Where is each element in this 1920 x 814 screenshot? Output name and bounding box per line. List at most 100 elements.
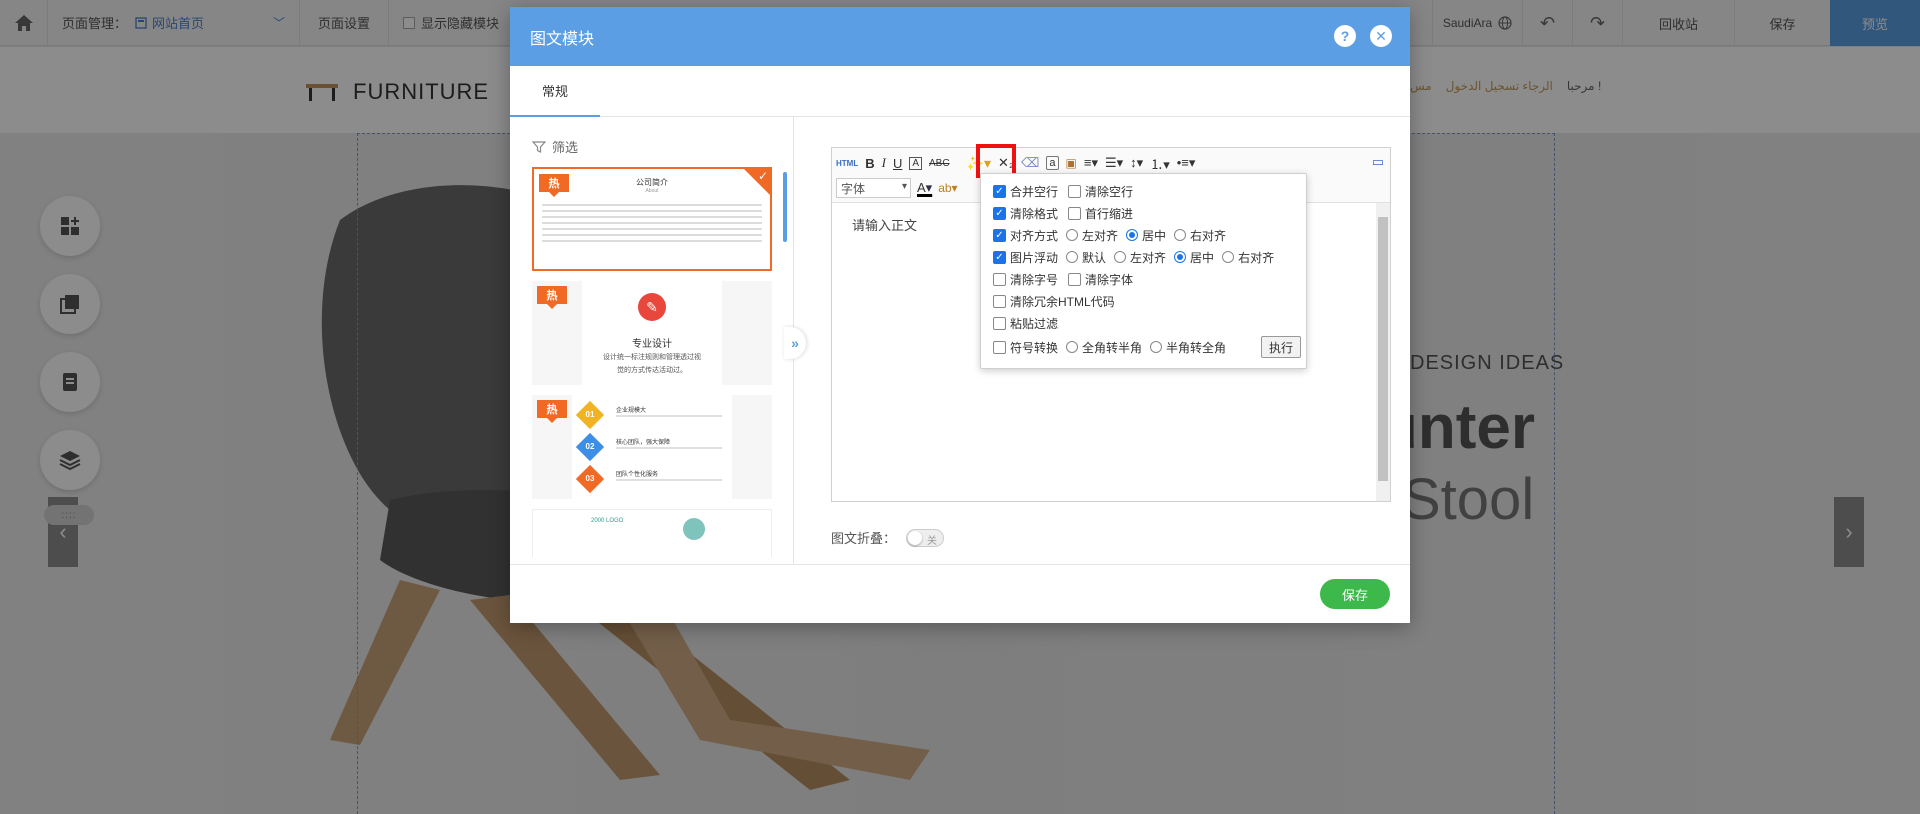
- float-default-radio[interactable]: [1066, 251, 1079, 263]
- hot-badge: 热: [539, 174, 569, 197]
- align-right-radio[interactable]: [1174, 229, 1187, 241]
- line-height-dropdown-icon[interactable]: ↕▾: [1130, 155, 1143, 171]
- template-logo-label: 2000 LOGO: [591, 518, 624, 524]
- clear-redundant-html-checkbox[interactable]: [993, 294, 1006, 308]
- tab-general[interactable]: 常规: [510, 66, 600, 117]
- font-family-select[interactable]: 字体: [836, 178, 911, 198]
- underline-icon[interactable]: U: [893, 156, 902, 171]
- template-title: 公司简介: [636, 178, 668, 187]
- merge-blank-lines-label: 合并空行: [1010, 184, 1059, 199]
- text-line: [542, 210, 762, 212]
- half-to-full-label: 半角转全角: [1166, 340, 1227, 355]
- fullscreen-icon[interactable]: ▭: [1372, 154, 1384, 170]
- float-center-radio[interactable]: [1174, 251, 1187, 263]
- alignment-checkbox[interactable]: ✓: [993, 228, 1006, 242]
- merge-blank-lines-checkbox[interactable]: ✓: [993, 184, 1006, 198]
- close-icon: ✕: [1375, 27, 1387, 44]
- template-panel: 筛选 热 ✓ 公司简介 About 热 ✎ 专业设计 设计统一标注规则和管理透过…: [510, 117, 794, 564]
- float-right-label: 右对齐: [1238, 250, 1275, 265]
- filter-icon: [532, 140, 546, 153]
- collapse-toggle[interactable]: 关: [906, 528, 945, 547]
- text-line: [616, 447, 722, 449]
- help-button[interactable]: ?: [1334, 25, 1356, 47]
- first-line-indent-label: 首行缩进: [1085, 206, 1134, 221]
- align-dropdown-icon[interactable]: ≡▾: [1084, 155, 1098, 171]
- editor-scroll-thumb[interactable]: [1378, 217, 1388, 481]
- option-row-font: 清除字号 清除字体: [993, 270, 1133, 288]
- align-center-radio[interactable]: [1126, 229, 1139, 241]
- float-left-label: 左对齐: [1130, 250, 1167, 265]
- anchor-icon[interactable]: a: [1046, 156, 1059, 170]
- edit-icon: ✎: [638, 293, 666, 321]
- align-left-label: 左对齐: [1082, 228, 1119, 243]
- diamond-02: 02: [575, 432, 605, 462]
- clear-redundant-html-label: 清除冗余HTML代码: [1010, 294, 1115, 309]
- text-line: [542, 204, 762, 206]
- highlight-color-icon[interactable]: ab▾: [938, 181, 957, 195]
- align-right-label: 右对齐: [1190, 228, 1227, 243]
- image-float-checkbox[interactable]: ✓: [993, 250, 1006, 264]
- eraser-icon[interactable]: ⌫: [1021, 155, 1039, 171]
- clear-blank-lines-label: 清除空行: [1085, 184, 1134, 199]
- strikethrough-icon[interactable]: ABC: [929, 158, 950, 169]
- template-subtitle: About: [645, 188, 659, 194]
- toggle-knob: [908, 530, 923, 545]
- close-button[interactable]: ✕: [1370, 25, 1392, 47]
- expand-panel-button[interactable]: »: [784, 327, 806, 359]
- clear-font-family-checkbox[interactable]: [1068, 272, 1082, 286]
- diamond-03: 03: [575, 464, 605, 494]
- template-item-design[interactable]: 热 ✎ 专业设计 设计统一标注规则和管理透过视 觉的方式传达活动过。: [532, 281, 772, 385]
- format-painter-icon[interactable]: ▣: [1066, 156, 1077, 170]
- template-canvas: 01 企业规模大 02 核心团队，强大保障 03 团队个性化服务: [572, 395, 732, 499]
- font-color-icon[interactable]: A▾: [917, 180, 932, 196]
- symbol-convert-checkbox[interactable]: [993, 340, 1006, 354]
- text-line: [542, 216, 762, 218]
- feature-title-1: 企业规模大: [616, 408, 647, 414]
- align-left-radio[interactable]: [1066, 229, 1079, 241]
- italic-icon[interactable]: I: [882, 155, 886, 171]
- modal-footer: 保存: [510, 564, 1410, 623]
- clear-blank-lines-checkbox[interactable]: [1068, 184, 1082, 198]
- clear-font-size-checkbox[interactable]: [993, 272, 1006, 286]
- diamond-01: 01: [575, 400, 605, 430]
- first-line-indent-checkbox[interactable]: [1068, 206, 1082, 220]
- clear-format-checkbox[interactable]: ✓: [993, 206, 1006, 220]
- float-left-radio[interactable]: [1114, 251, 1127, 263]
- float-right-radio[interactable]: [1222, 251, 1235, 263]
- bold-icon[interactable]: B: [865, 156, 874, 171]
- editor-scrollbar[interactable]: [1376, 203, 1390, 501]
- text-line: [542, 228, 762, 230]
- vertical-align-dropdown-icon[interactable]: ☰▾: [1105, 155, 1123, 171]
- alignment-label: 对齐方式: [1010, 228, 1059, 243]
- globe-thumb-icon: [683, 518, 705, 540]
- html-source-button[interactable]: HTML: [836, 159, 858, 168]
- filter-button[interactable]: 筛选: [532, 137, 578, 156]
- template-list-scrollbar[interactable]: [783, 172, 787, 242]
- template-item-logo[interactable]: 2000 LOGO: [532, 509, 772, 557]
- template-item-features[interactable]: 01 企业规模大 02 核心团队，强大保障 03 团队个性化服务 热: [532, 395, 772, 499]
- execute-button[interactable]: 执行: [1261, 336, 1301, 358]
- modal-header: 图文模块 ? ✕: [510, 7, 1410, 66]
- template-desc: 设计统一标注规则和管理透过视 觉的方式传达活动过。: [532, 351, 772, 377]
- toggle-text: 关: [927, 535, 938, 547]
- paste-filter-label: 粘贴过滤: [1010, 316, 1059, 331]
- full-to-half-radio[interactable]: [1066, 341, 1079, 353]
- modal-tabs: 常规: [510, 66, 1410, 117]
- unordered-list-dropdown-icon[interactable]: •≡▾: [1177, 155, 1196, 171]
- symbol-convert-label: 符号转换: [1010, 340, 1059, 355]
- clear-format-label: 清除格式: [1010, 206, 1059, 221]
- clear-font-family-label: 清除字体: [1085, 272, 1134, 287]
- align-center-label: 居中: [1142, 228, 1167, 243]
- editor-toolbar-row-2: 字体 A▾ ab▾: [836, 177, 958, 199]
- check-icon: ✓: [757, 169, 768, 183]
- template-item-company-intro[interactable]: 热 ✓ 公司简介 About: [532, 167, 772, 271]
- text-line: [542, 234, 762, 236]
- save-button[interactable]: 保存: [1320, 579, 1390, 609]
- hot-badge: 热: [537, 400, 567, 423]
- half-to-full-radio[interactable]: [1150, 341, 1163, 353]
- ordered-list-dropdown-icon[interactable]: ⒈▾: [1150, 154, 1170, 173]
- font-border-icon[interactable]: A: [909, 156, 923, 170]
- text-line: [616, 479, 722, 481]
- double-chevron-right-icon: »: [791, 335, 799, 351]
- paste-filter-checkbox[interactable]: [993, 316, 1006, 330]
